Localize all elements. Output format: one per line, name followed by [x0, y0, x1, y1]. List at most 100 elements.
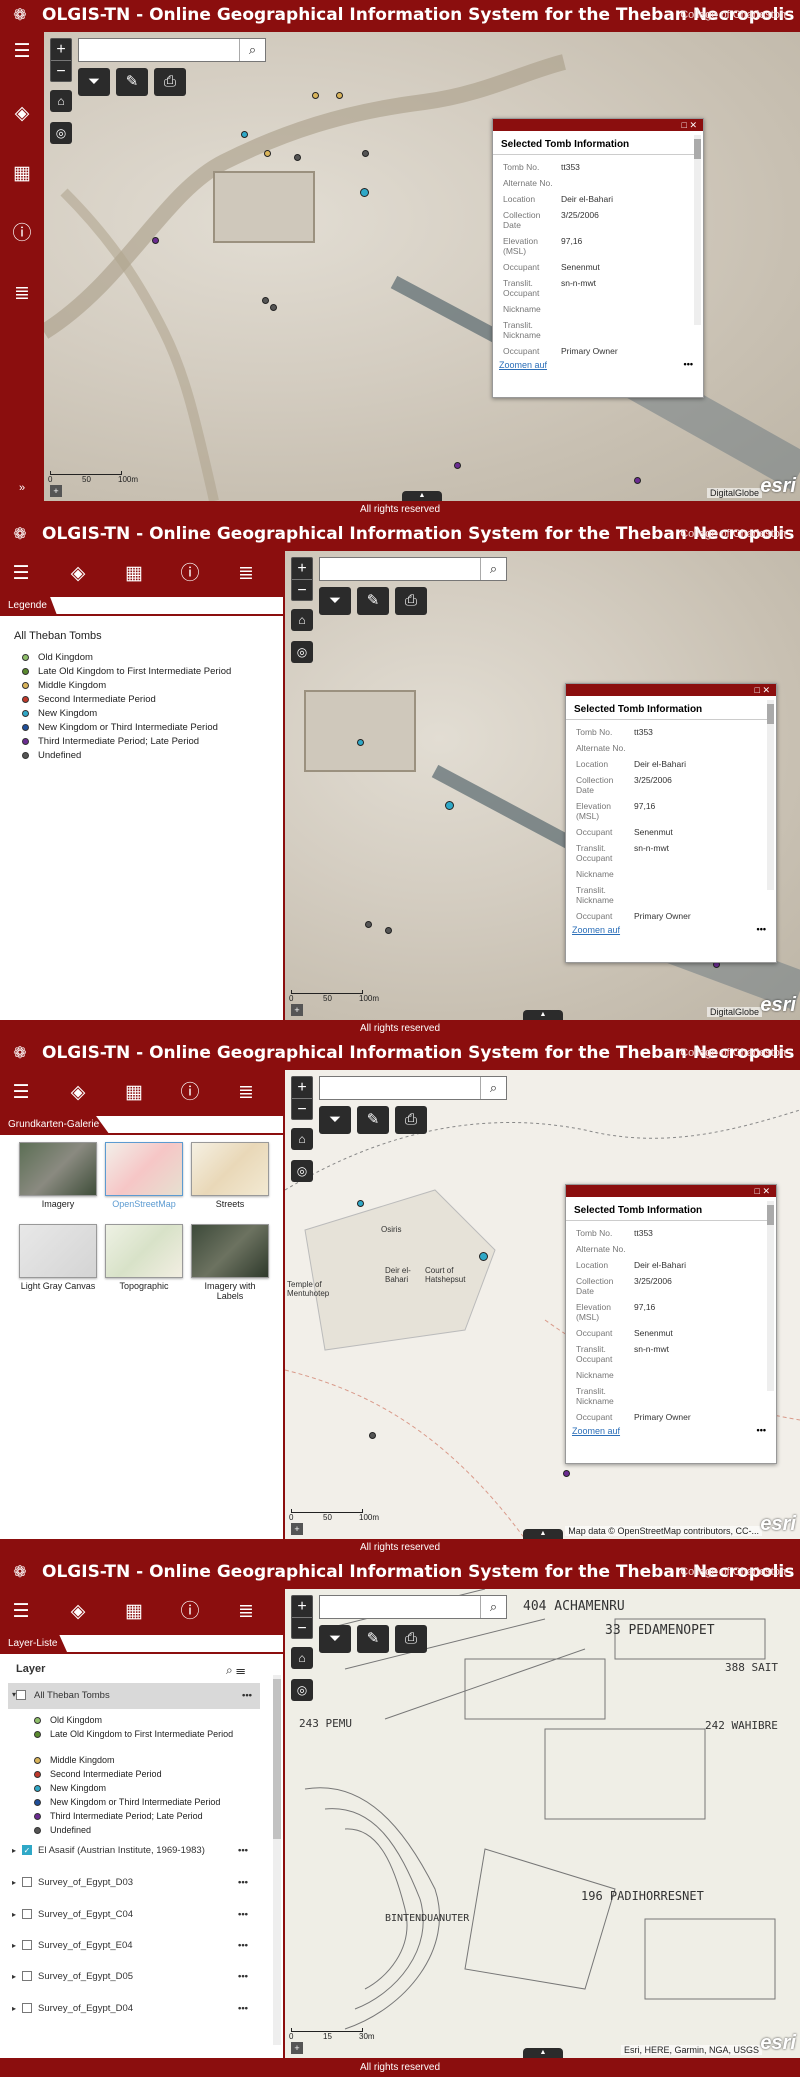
- collapse-panel-icon[interactable]: ◂◂: [256, 2041, 282, 2059]
- zoom-out-button[interactable]: −: [292, 1099, 312, 1120]
- filter-button[interactable]: ⏷: [319, 1625, 351, 1653]
- attribute-table-toggle[interactable]: ▲: [402, 491, 442, 501]
- popup-scrollbar[interactable]: [694, 135, 701, 325]
- legend-tab[interactable]: Legende: [0, 597, 57, 615]
- attribute-table-toggle[interactable]: ▲: [523, 1010, 563, 1020]
- map-view[interactable]: + − ⌂ ◎ ⌕ ⏷ ✎ ⎙ □ ✕ Selected Tomb Inform…: [44, 32, 800, 501]
- zoom-out-button[interactable]: −: [292, 1618, 312, 1639]
- tomb-marker[interactable]: [365, 921, 372, 928]
- layer-list-icon[interactable]: ≣: [234, 562, 258, 586]
- attribute-table-toggle[interactable]: ▲: [523, 1529, 563, 1539]
- layer-group-row[interactable]: ▾ All Theban Tombs •••: [8, 1683, 260, 1709]
- layer-row[interactable]: ▸ ✓ El Asasif (Austrian Institute, 1969-19…: [12, 1845, 260, 1869]
- layer-row[interactable]: ▸ Survey_of_Egypt_D04 •••: [12, 2003, 260, 2027]
- collapse-panel-icon[interactable]: ◂◂: [256, 1521, 282, 1539]
- selected-tomb-marker[interactable]: [479, 1252, 488, 1261]
- basemap-imagery[interactable]: Imagery: [18, 1142, 98, 1209]
- popup-scrollbar[interactable]: [767, 700, 774, 890]
- tomb-marker[interactable]: [336, 92, 343, 99]
- tomb-marker[interactable]: [357, 1200, 364, 1207]
- attribute-table-toggle[interactable]: ▲: [523, 2048, 563, 2058]
- layer-row[interactable]: ▸ Survey_of_Egypt_E04 •••: [12, 1940, 260, 1964]
- list-icon[interactable]: ☰: [10, 40, 34, 64]
- more-options-icon[interactable]: •••: [757, 1425, 766, 1435]
- layer-options-icon[interactable]: •••: [242, 1690, 252, 1701]
- tomb-marker[interactable]: [362, 150, 369, 157]
- locate-button[interactable]: ◎: [50, 122, 72, 144]
- zoom-in-button[interactable]: +: [292, 1077, 312, 1098]
- layer-options-icon[interactable]: •••: [238, 1971, 248, 1982]
- selected-tomb-marker[interactable]: [445, 801, 454, 810]
- tomb-marker[interactable]: [270, 304, 277, 311]
- layers-icon[interactable]: ◈: [66, 562, 90, 586]
- basemap-streets[interactable]: Streets: [190, 1142, 270, 1209]
- tomb-marker[interactable]: [264, 150, 271, 157]
- filter-button[interactable]: ⏷: [319, 1106, 351, 1134]
- layer-list-icon[interactable]: ≣: [10, 282, 34, 306]
- basemap-gallery-icon[interactable]: ▦: [122, 1600, 146, 1624]
- basemap-light-gray-canvas[interactable]: Light Gray Canvas: [18, 1224, 98, 1291]
- basemap-gallery-icon[interactable]: ▦: [10, 162, 34, 186]
- layer-options-icon[interactable]: •••: [238, 1845, 248, 1856]
- tomb-marker[interactable]: [241, 131, 248, 138]
- popup-window-controls[interactable]: □ ✕: [566, 684, 776, 696]
- overview-toggle[interactable]: +: [50, 485, 62, 497]
- layer-row[interactable]: ▸ Survey_of_Egypt_C04 •••: [12, 1909, 260, 1933]
- layer-checkbox[interactable]: [22, 1877, 33, 1888]
- list-icon[interactable]: ☰: [9, 1600, 33, 1624]
- map-view[interactable]: Osiris Deir el-Bahari Court of Hatshepsu…: [285, 1070, 800, 1539]
- layer-checkbox[interactable]: [22, 1971, 33, 1982]
- tomb-marker[interactable]: [634, 477, 641, 484]
- layers-icon[interactable]: ◈: [66, 1600, 90, 1624]
- overview-toggle[interactable]: +: [291, 1523, 303, 1535]
- print-button[interactable]: ⎙: [154, 68, 186, 96]
- selected-tomb-marker[interactable]: [360, 188, 369, 197]
- locate-button[interactable]: ◎: [291, 1679, 313, 1701]
- layer-list-scrollbar[interactable]: [273, 1675, 281, 2045]
- more-options-icon[interactable]: •••: [757, 924, 766, 934]
- search-input[interactable]: [79, 39, 239, 61]
- zoom-to-link[interactable]: Zoomen auf: [572, 1426, 620, 1436]
- layers-icon[interactable]: ◈: [10, 102, 34, 126]
- draw-button[interactable]: ✎: [357, 1625, 389, 1653]
- basemap-gallery-icon[interactable]: ▦: [122, 1081, 146, 1105]
- search-icon[interactable]: ⌕: [480, 558, 506, 580]
- zoom-in-button[interactable]: +: [51, 39, 71, 60]
- info-icon[interactable]: ⓘ: [178, 562, 202, 586]
- popup-window-controls[interactable]: □ ✕: [566, 1185, 776, 1197]
- tomb-marker[interactable]: [357, 739, 364, 746]
- basemap-gallery-icon[interactable]: ▦: [122, 562, 146, 586]
- tomb-marker[interactable]: [385, 927, 392, 934]
- search-icon[interactable]: ⌕: [239, 39, 265, 61]
- search-icon[interactable]: ⌕: [480, 1077, 506, 1099]
- draw-button[interactable]: ✎: [116, 68, 148, 96]
- layer-list-icon[interactable]: ≣: [234, 1600, 258, 1624]
- tomb-marker[interactable]: [152, 237, 159, 244]
- search-input[interactable]: [320, 1077, 480, 1099]
- layers-icon[interactable]: ◈: [66, 1081, 90, 1105]
- tomb-marker[interactable]: [262, 297, 269, 304]
- home-button[interactable]: ⌂: [291, 1128, 313, 1150]
- more-options-icon[interactable]: •••: [684, 359, 693, 369]
- filter-button[interactable]: ⏷: [78, 68, 110, 96]
- layer-checkbox[interactable]: [22, 1940, 33, 1951]
- expand-panel-icon[interactable]: »: [10, 476, 34, 500]
- layer-checkbox[interactable]: [16, 1690, 26, 1700]
- print-button[interactable]: ⎙: [395, 1625, 427, 1653]
- layer-list-tab[interactable]: Layer-Liste: [0, 1635, 68, 1653]
- home-button[interactable]: ⌂: [50, 90, 72, 112]
- overview-toggle[interactable]: +: [291, 2042, 303, 2054]
- filter-icon[interactable]: ☰: [236, 1663, 245, 1677]
- layer-options-icon[interactable]: •••: [238, 1940, 248, 1951]
- tomb-marker[interactable]: [294, 154, 301, 161]
- popup-scrollbar[interactable]: [767, 1201, 774, 1391]
- zoom-in-button[interactable]: +: [292, 1596, 312, 1617]
- draw-button[interactable]: ✎: [357, 1106, 389, 1134]
- basemap-openstreetmap[interactable]: OpenStreetMap: [104, 1142, 184, 1209]
- map-view[interactable]: + − ⌂ ◎ ⌕ ⏷ ✎ ⎙ □ ✕ Selected Tomb Inform…: [285, 551, 800, 1020]
- layer-checkbox[interactable]: [22, 1909, 33, 1920]
- basemap-gallery-tab[interactable]: Grundkarten-Galerie: [0, 1116, 110, 1134]
- search-icon[interactable]: ⌕: [480, 1596, 506, 1618]
- search-icon[interactable]: ⌕: [226, 1663, 233, 1677]
- tomb-marker[interactable]: [369, 1432, 376, 1439]
